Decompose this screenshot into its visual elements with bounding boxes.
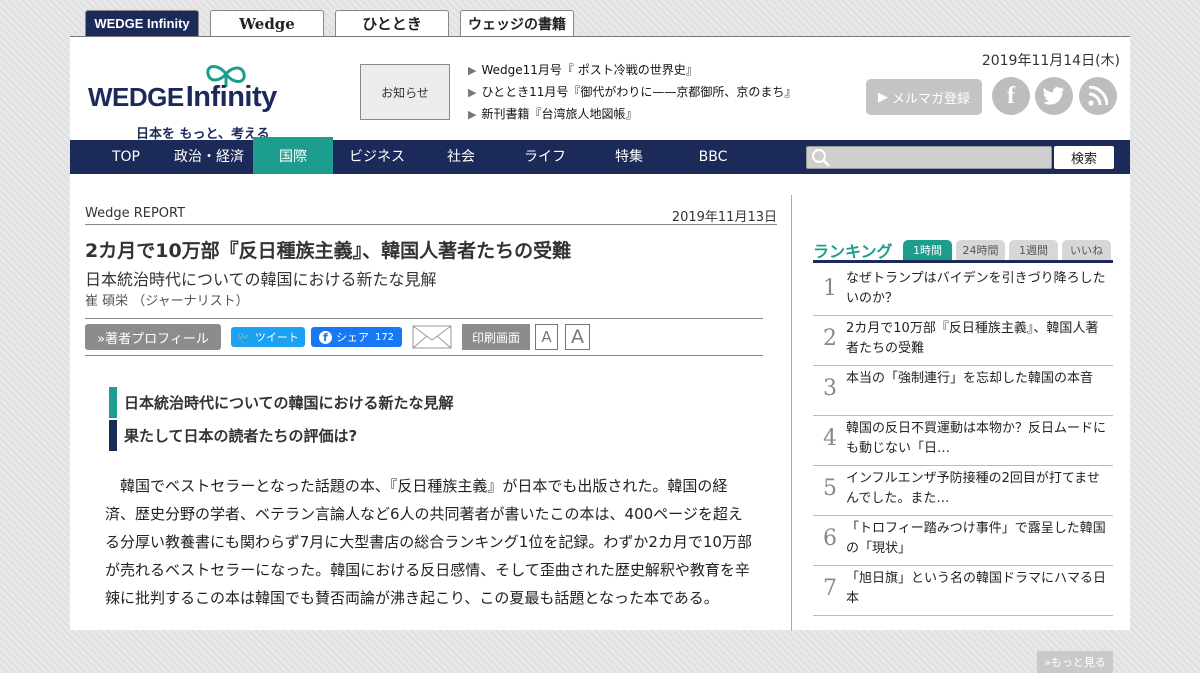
rss-icon[interactable] [1079, 77, 1117, 115]
font-size-small-button[interactable]: A [535, 324, 558, 350]
nav-politics-economy[interactable]: 政治・経済 [166, 140, 252, 174]
nav-top[interactable]: TOP [92, 140, 160, 174]
print-button[interactable]: 印刷画面 [462, 324, 530, 350]
search-icon [812, 149, 830, 167]
news-item[interactable]: ▶ ひととき11月号『御代がわりに——京都御所、京のまち』 [468, 81, 796, 103]
article-author: 崔 碩栄 （ジャーナリスト） [85, 294, 249, 309]
facebook-icon: f [318, 330, 332, 344]
main-nav: TOP 政治・経済 国際 ビジネス 社会 ライフ 特集 BBC 検索 [70, 137, 1130, 174]
ranking-item[interactable]: 2 2カ月で10万部『反日種族主義』、韓国人著者たちの受難 [813, 316, 1113, 366]
twitter-bird-icon: 🐦 [237, 330, 251, 344]
tab-hitotoki[interactable]: ひととき [335, 10, 449, 36]
nav-business[interactable]: ビジネス [338, 140, 416, 174]
article-lead: 日本統治時代についての韓国における新たな見解 果たして日本の読者たちの評価は? [109, 387, 709, 453]
nav-international[interactable]: 国際 [253, 137, 333, 174]
current-date: 2019年11月14日(木) [981, 53, 1120, 69]
lead-line: 果たして日本の読者たちの評価は? [109, 420, 709, 453]
ranking-item[interactable]: 7 「旭日旗」という名の韓国ドラマにハマる日本 [813, 566, 1113, 616]
page: WEDGEInfinity 日本を もっと、考える お知らせ ▶ Wedge11月… [70, 36, 1130, 673]
ranking-tab-24h[interactable]: 24時間 [956, 240, 1005, 260]
ranking-title: ランキング [813, 242, 893, 261]
tab-wedge-books[interactable]: ウェッジの書籍 [460, 10, 574, 36]
triangle-icon: ▶ [468, 86, 477, 99]
lead-line: 日本統治時代についての韓国における新たな見解 [109, 387, 709, 420]
font-size-large-button[interactable]: A [565, 324, 590, 350]
tab-wedge[interactable]: Wedge [210, 10, 324, 36]
article-subtitle: 日本統治時代についての韓国における新たな見解 [85, 270, 437, 289]
lead-bar [109, 387, 117, 418]
ranking-tab-1w[interactable]: 1週間 [1009, 240, 1058, 260]
article-title: 2カ月で10万部『反日種族主義』、韓国人著者たちの受難 [85, 240, 572, 262]
play-icon: ▶ [877, 89, 888, 105]
ranking-item[interactable]: 3 本当の「強制連行」を忘却した韓国の本音 [813, 366, 1113, 416]
ranking-header: ランキング 1時間 24時間 1週間 いいね [813, 237, 1113, 263]
nav-features[interactable]: 特集 [590, 140, 668, 174]
facebook-icon[interactable]: f [992, 77, 1030, 115]
ranking-tab-likes[interactable]: いいね [1062, 240, 1111, 260]
ranking-item[interactable]: 1 なぜトランプはバイデンを引きづり降ろしたいのか？ [813, 266, 1113, 316]
article-body: 韓国でベストセラーとなった話題の本、『反日種族主義』が日本でも出版された。韓国の… [105, 477, 752, 607]
column-divider [791, 195, 792, 631]
ranking-list: 1 なぜトランプはバイデンを引きづり降ろしたいのか？ 2 2カ月で10万部『反日種族… [813, 266, 1113, 616]
author-profile-button[interactable]: »著者プロフィール [85, 324, 221, 350]
article-date: 2019年11月13日 [671, 210, 777, 225]
site-logo[interactable]: WEDGEInfinity 日本を もっと、考える [88, 55, 338, 142]
lead-bar [109, 420, 117, 451]
nav-life[interactable]: ライフ [506, 140, 584, 174]
ranking-item[interactable]: 5 インフルエンザ予防接種の2回目が打てませんでした。また… [813, 466, 1113, 516]
ranking-more-link[interactable]: »もっと見る [1037, 651, 1113, 673]
notice-button[interactable]: お知らせ [360, 64, 450, 120]
tweet-button[interactable]: 🐦 ツイート [231, 327, 305, 347]
news-item[interactable]: ▶ 新刊書籍『台湾旅人地図帳』 [468, 103, 796, 125]
article-meta: Wedge REPORT 2019年11月13日 [85, 206, 777, 225]
site-tabs: WEDGE Infinity Wedge ひととき ウェッジの書籍 [85, 10, 574, 36]
triangle-icon: ▶ [468, 108, 477, 121]
nav-bbc[interactable]: BBC [674, 140, 752, 174]
ranking-tab-1h[interactable]: 1時間 [903, 240, 952, 260]
article-toolbar: »著者プロフィール 🐦 ツイート f シェア 172 印刷画面 A A [85, 318, 763, 356]
search-button[interactable]: 検索 [1054, 146, 1114, 169]
triangle-icon: ▶ [468, 64, 477, 77]
twitter-icon[interactable] [1035, 77, 1073, 115]
section-label[interactable]: Wedge REPORT [85, 206, 185, 221]
mail-icon[interactable] [411, 324, 453, 350]
news-item[interactable]: ▶ Wedge11月号『 ポスト冷戦の世界史』 [468, 59, 796, 81]
search-input[interactable] [806, 146, 1052, 169]
facebook-share-button[interactable]: f シェア 172 [311, 327, 402, 347]
ranking-item[interactable]: 4 韓国の反日不買運動は本物か？反日ムードにも動じない「日… [813, 416, 1113, 466]
nav-society[interactable]: 社会 [422, 140, 500, 174]
newsletter-button[interactable]: ▶ メルマガ登録 [866, 79, 982, 115]
ranking-item[interactable]: 6 「トロフィー踏みつけ事件」で露呈した韓国の「現状」 [813, 516, 1113, 566]
news-list: ▶ Wedge11月号『 ポスト冷戦の世界史』 ▶ ひととき11月号『御代がわりに—… [468, 59, 796, 125]
logo-wordmark: WEDGEInfinity [88, 81, 277, 113]
tab-wedge-infinity[interactable]: WEDGE Infinity [85, 10, 199, 36]
